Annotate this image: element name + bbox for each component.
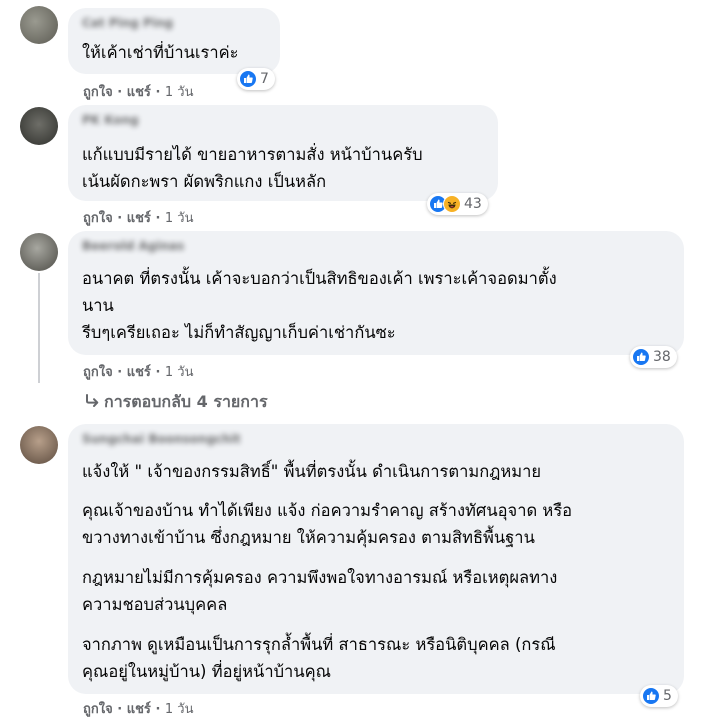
comment-actions: ถูกใจ · แชร์ · 1 วัน: [83, 361, 194, 382]
timestamp[interactable]: 1 วัน: [165, 211, 194, 226]
thread-line: [38, 273, 40, 383]
comment-text: ขวางทางเข้าบ้าน ซึ่งกฎหมาย ให้ความคุ้มคร…: [82, 528, 535, 547]
haha-icon: [443, 195, 461, 213]
comment-author[interactable]: Beerold Aginas: [82, 239, 184, 253]
comment-text: ความชอบส่วนบุคคล: [82, 595, 228, 614]
separator: ·: [117, 211, 127, 226]
replies-label: การตอบกลับ 4 รายการ: [104, 392, 268, 411]
avatar[interactable]: [20, 426, 58, 464]
comment-text: อนาคต ที่ตรงนั้น เค้าจะบอกว่าเป็นสิทธิขอ…: [82, 269, 557, 288]
like-icon: [642, 687, 660, 705]
like-link[interactable]: ถูกใจ: [83, 702, 113, 717]
comment-text: จากภาพ ดูเหมือนเป็นการรุกล้ำพื้นที่ สาธา…: [82, 635, 556, 654]
separator: ·: [117, 85, 127, 100]
separator: ·: [155, 85, 165, 100]
reaction-summary[interactable]: 43: [427, 193, 488, 215]
avatar[interactable]: [20, 107, 58, 145]
comment-bubble: Beerold Aginas อนาคต ที่ตรงนั้น เค้าจะบอ…: [68, 231, 684, 355]
reaction-count: 38: [653, 349, 671, 365]
timestamp[interactable]: 1 วัน: [165, 702, 194, 717]
comment-text: คุณอยู่ในหมู่บ้าน) ที่อยู่หน้าบ้านคุณ: [82, 662, 331, 681]
reply-arrow-icon: [86, 394, 99, 407]
comment-text: กฎหมายไม่มีการคุ้มครอง ความพึงพอใจทางอาร…: [82, 568, 558, 587]
like-link[interactable]: ถูกใจ: [83, 365, 113, 380]
comment-text: แก้แบบมีรายได้ ขายอาหารตามสั่ง หน้าบ้านค…: [82, 145, 423, 164]
comment-author[interactable]: PK Kong: [82, 113, 139, 127]
comment-bubble: PK Kong แก้แบบมีรายได้ ขายอาหารตามสั่ง ห…: [68, 105, 498, 201]
view-replies-link[interactable]: การตอบกลับ 4 รายการ: [84, 390, 268, 415]
like-link[interactable]: ถูกใจ: [83, 211, 113, 226]
like-link[interactable]: ถูกใจ: [83, 85, 113, 100]
like-icon: [239, 70, 257, 88]
comment-actions: ถูกใจ · แชร์ · 1 วัน: [83, 698, 194, 719]
comment-author[interactable]: Sungchai Boonsongchit: [82, 432, 241, 446]
comment-text: รีบๆเครียเถอะ ไม่ก็ทำสัญญาเก็บค่าเช่ากัน…: [82, 323, 396, 342]
separator: ·: [155, 211, 165, 226]
comment-actions: ถูกใจ · แชร์ · 1 วัน: [83, 207, 194, 228]
comment-author[interactable]: Cat Ping Ping: [82, 16, 173, 30]
share-link[interactable]: แชร์: [127, 365, 151, 380]
reaction-count: 43: [464, 196, 482, 212]
comment-text: เน้นผัดกะพรา ผัดพริกแกง เป็นหลัก: [82, 172, 327, 191]
separator: ·: [117, 702, 127, 717]
comment-bubble: Cat Ping Ping ให้เค้าเช่าที่บ้านเราค่ะ: [68, 8, 280, 74]
comment-bubble: Sungchai Boonsongchit แจ้งให้ " เจ้าของก…: [68, 424, 684, 694]
comment-text: นาน: [82, 296, 114, 315]
timestamp[interactable]: 1 วัน: [165, 365, 194, 380]
share-link[interactable]: แชร์: [127, 85, 151, 100]
share-link[interactable]: แชร์: [127, 702, 151, 717]
separator: ·: [155, 702, 165, 717]
reaction-summary[interactable]: 7: [237, 68, 275, 90]
timestamp[interactable]: 1 วัน: [165, 85, 194, 100]
reaction-count: 7: [260, 71, 269, 87]
share-link[interactable]: แชร์: [127, 211, 151, 226]
avatar[interactable]: [20, 233, 58, 271]
separator: ·: [117, 365, 127, 380]
comment-text: แจ้งให้ " เจ้าของกรรมสิทธิ์" พื้นที่ตรงน…: [82, 462, 542, 481]
avatar[interactable]: [20, 6, 58, 44]
reaction-count: 5: [663, 688, 672, 704]
separator: ·: [155, 365, 165, 380]
like-icon: [632, 348, 650, 366]
comment-actions: ถูกใจ · แชร์ · 1 วัน: [83, 81, 194, 102]
comment-text: ให้เค้าเช่าที่บ้านเราค่ะ: [82, 43, 239, 62]
reaction-summary[interactable]: 38: [630, 346, 677, 368]
comment-text: คุณเจ้าของบ้าน ทำได้เพียง แจ้ง ก่อความรำ…: [82, 501, 573, 520]
reaction-summary[interactable]: 5: [640, 685, 678, 707]
